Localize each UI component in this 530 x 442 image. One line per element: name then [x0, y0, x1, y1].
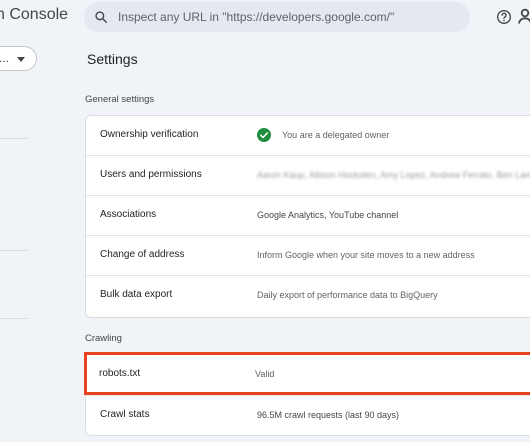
setting-value: Inform Google when your site moves to a … — [257, 250, 475, 260]
setting-value: You are a delegated owner — [282, 130, 390, 140]
setting-row-robots-txt[interactable]: robots.txt Valid — [84, 352, 530, 395]
page-title: Settings — [87, 51, 138, 67]
setting-label: Crawl stats — [100, 409, 150, 420]
setting-row-users-and-permissions[interactable]: Users and permissions Aaron Kaup, Alliso… — [86, 156, 530, 196]
setting-label: Bulk data export — [100, 289, 173, 300]
setting-label: robots.txt — [99, 368, 141, 379]
setting-label: Associations — [100, 209, 157, 220]
crawling-title: Crawling — [85, 333, 122, 344]
setting-label: Change of address — [100, 249, 185, 260]
chevron-down-icon — [17, 57, 25, 62]
setting-value: Aaron Kaup, Allison Hocksten, Amy Lopez,… — [257, 170, 530, 180]
search-icon — [95, 11, 107, 23]
setting-row-ownership-verification[interactable]: Ownership verification You are a delegat… — [86, 116, 530, 156]
property-label: ... — [0, 51, 10, 65]
setting-row-bulk-data-export[interactable]: Bulk data export Daily export of perform… — [86, 276, 530, 316]
setting-value: Google Analytics, YouTube channel — [257, 210, 399, 220]
setting-value: Valid — [255, 369, 275, 379]
setting-row-crawl-stats[interactable]: Crawl stats 96.5M crawl requests (last 9… — [86, 396, 530, 435]
sidebar-divider — [0, 250, 28, 251]
setting-label: Ownership verification — [100, 129, 199, 140]
account-icon[interactable] — [518, 8, 530, 24]
setting-value: 96.5M crawl requests (last 90 days) — [257, 410, 400, 420]
general-settings-card: Ownership verification You are a delegat… — [85, 115, 530, 318]
search-bar[interactable] — [84, 2, 470, 32]
property-selector[interactable]: ... — [0, 46, 37, 71]
check-circle-icon — [257, 128, 271, 142]
help-circle-icon[interactable] — [496, 9, 512, 25]
url-inspect-input[interactable] — [118, 10, 448, 24]
setting-label: Users and permissions — [100, 169, 202, 180]
sidebar-divider — [0, 138, 28, 139]
general-settings-title: General settings — [85, 94, 155, 105]
sidebar-divider — [0, 318, 28, 319]
setting-row-change-of-address[interactable]: Change of address Inform Google when you… — [86, 236, 530, 276]
setting-value: Daily export of performance data to BigQ… — [257, 290, 438, 300]
setting-row-associations[interactable]: Associations Google Analytics, YouTube c… — [86, 196, 530, 236]
app-title: n Console — [0, 6, 69, 23]
